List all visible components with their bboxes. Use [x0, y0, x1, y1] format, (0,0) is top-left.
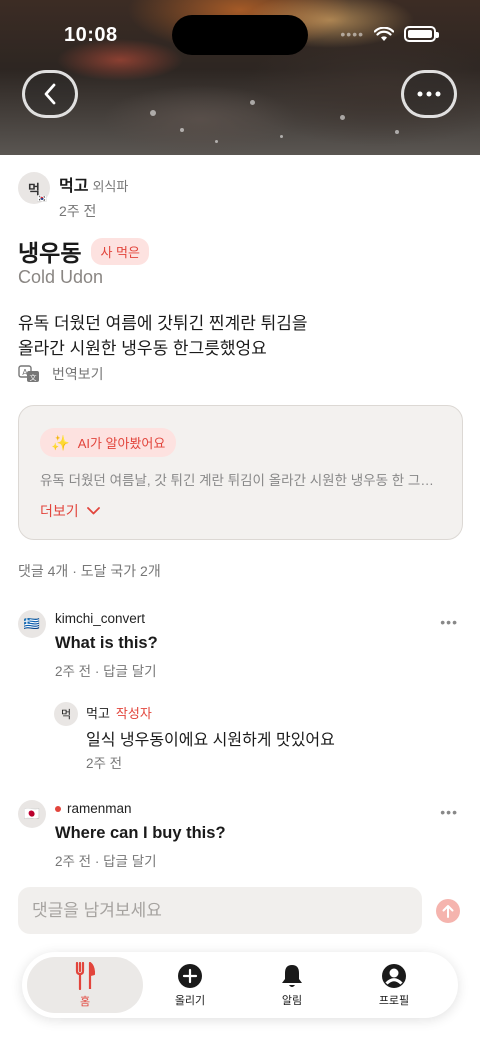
- battery-icon: [404, 26, 439, 42]
- profile-icon: [382, 963, 406, 988]
- comment-item: 🇯🇵 ramenman Where can I buy this? 2주 전 ·…: [18, 800, 462, 869]
- comment-time: 2주 전: [55, 664, 92, 679]
- plus-circle-icon: [178, 963, 202, 988]
- tab-label: 프로필: [378, 994, 410, 1007]
- tab-notifications[interactable]: 알림: [234, 957, 350, 1013]
- reply-button[interactable]: 답글 달기: [103, 664, 156, 679]
- reply-username[interactable]: 먹고 작성자: [86, 703, 152, 722]
- sparkle-icon: ✨: [51, 434, 70, 452]
- tab-label: 알림: [281, 994, 303, 1007]
- tab-profile[interactable]: 프로필: [336, 957, 452, 1013]
- tab-upload[interactable]: 올리기: [132, 957, 248, 1013]
- author-name[interactable]: 먹고: [59, 178, 88, 195]
- post-body-line: 올라간 시원한 냉우동 한그릇했엉요: [18, 339, 267, 358]
- tab-bar: 홈 올리기 알림 프로필: [22, 952, 458, 1018]
- page-title: 냉우동: [18, 240, 82, 266]
- avatar-text: 먹: [60, 709, 72, 721]
- svg-text:文: 文: [30, 373, 37, 382]
- comment-username[interactable]: kimchi_convert: [55, 611, 145, 626]
- back-button[interactable]: [22, 70, 78, 118]
- comment-more-icon[interactable]: •••: [440, 804, 458, 820]
- back-arrow-icon: [44, 83, 56, 105]
- post-subtitle: Cold Udon: [18, 267, 104, 287]
- author-name-row: 먹고 외식파: [59, 172, 128, 196]
- send-arrow-icon: [442, 905, 454, 918]
- tab-home[interactable]: 홈: [27, 957, 143, 1013]
- see-more-label: 더보기: [40, 503, 79, 519]
- reply-button[interactable]: 답글 달기: [103, 854, 156, 869]
- ai-badge: ✨ AI가 알아봤어요: [40, 428, 177, 457]
- fork-knife-icon: [75, 961, 95, 990]
- comment-item: 🇬🇷 kimchi_convert What is this? 2주 전 · 답…: [18, 610, 462, 679]
- comment-username-text: kimchi_convert: [55, 611, 146, 626]
- dynamic-island: [172, 15, 308, 55]
- comment-meta: 2주 전 · 답글 달기: [55, 664, 157, 679]
- korea-flag-icon: 🇰🇷: [37, 194, 47, 203]
- reply-time: 2주 전: [86, 756, 123, 771]
- comment-meta: 2주 전 · 답글 달기: [55, 854, 157, 869]
- more-horizontal-icon: [417, 91, 441, 97]
- comment-count: 댓글 4개 · 도달 국가 2개: [18, 563, 161, 579]
- translate-button[interactable]: A 文 번역보기: [18, 364, 104, 384]
- comment-text: Where can I buy this?: [55, 824, 226, 842]
- post-author[interactable]: 먹 🇰🇷 먹고 외식파 2주 전: [18, 172, 128, 221]
- status-icons: ••••: [340, 26, 439, 42]
- author-tag: 외식파: [92, 179, 129, 194]
- reply-item: 먹 먹고 작성자 일식 냉우동이에요 시원하게 맛있어요 2주 전: [54, 702, 454, 771]
- reply-text: 일식 냉우동이에요 시원하게 맛있어요: [86, 732, 335, 749]
- tab-label: 홈: [79, 995, 91, 1008]
- comment-time: 2주 전: [55, 854, 92, 869]
- avatar[interactable]: 🇬🇷: [18, 610, 46, 638]
- wifi-icon: [374, 26, 394, 41]
- ai-summary-text: 유독 더웠던 여름날, 갓 튀긴 계란 튀김이 올라간 시원한 냉우동 한 그…: [40, 473, 434, 488]
- comment-username[interactable]: ramenman: [55, 801, 132, 816]
- online-dot: [55, 805, 61, 812]
- post-body: 유독 더웠던 여름에 갓튀긴 찐계란 튀김을 올라간 시원한 냉우동 한그릇했엉…: [18, 311, 308, 361]
- comment-text: What is this?: [55, 634, 158, 652]
- post-time: 2주 전: [59, 203, 97, 219]
- title-row: 냉우동 사 먹은: [18, 234, 149, 268]
- comment-more-icon[interactable]: •••: [440, 614, 458, 630]
- more-options-button[interactable]: [401, 70, 457, 118]
- see-more-button[interactable]: 더보기: [40, 501, 100, 521]
- author-label: 작성자: [115, 706, 152, 721]
- translate-label: 번역보기: [52, 366, 104, 382]
- reply-username-text: 먹고: [86, 706, 110, 721]
- send-button[interactable]: [436, 899, 460, 923]
- translate-icon: A 文: [18, 365, 39, 382]
- avatar[interactable]: 먹: [54, 702, 78, 726]
- status-badge: 사 먹은: [91, 237, 149, 265]
- bell-icon: [282, 964, 302, 987]
- avatar[interactable]: 🇯🇵: [18, 800, 46, 828]
- comment-input[interactable]: [18, 887, 422, 934]
- ai-badge-label: AI가 알아봤어요: [77, 436, 166, 451]
- status-time: 10:08: [64, 24, 118, 46]
- signal-icon: ••••: [340, 26, 364, 42]
- avatar[interactable]: 먹 🇰🇷: [18, 172, 50, 204]
- tab-label: 올리기: [174, 994, 206, 1007]
- comment-username-text: ramenman: [67, 801, 132, 816]
- post-body-line: 유독 더웠던 여름에 갓튀긴 찐계란 튀김을: [18, 314, 308, 333]
- ai-summary-card: ✨ AI가 알아봤어요 유독 더웠던 여름날, 갓 튀긴 계란 튀김이 올라간 …: [18, 405, 463, 540]
- chevron-down-icon: [86, 507, 100, 515]
